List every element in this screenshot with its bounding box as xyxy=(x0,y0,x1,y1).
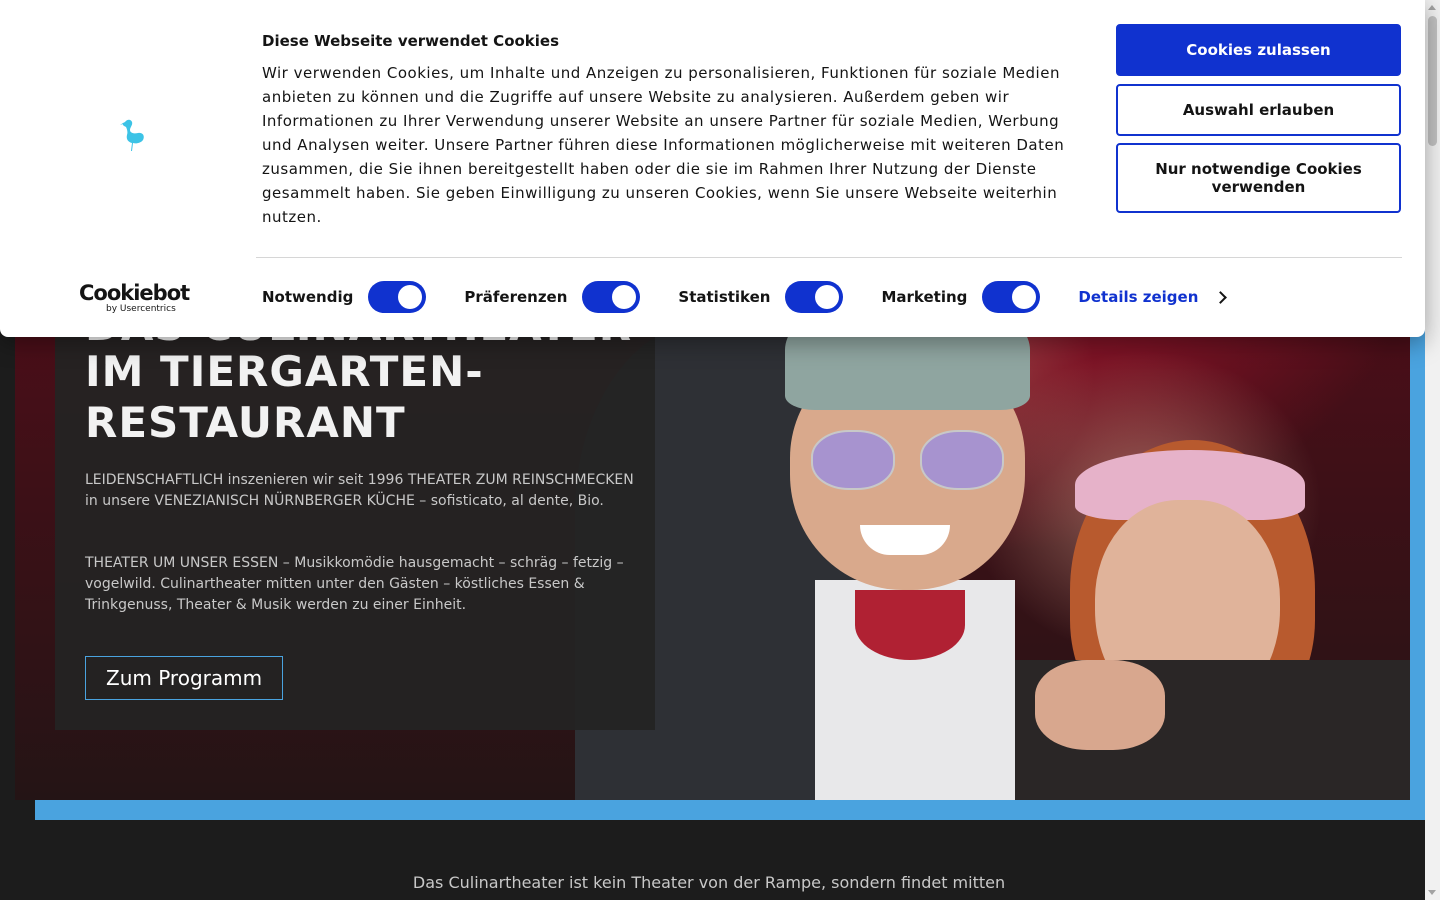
page-scrollbar[interactable] xyxy=(1425,0,1440,900)
cookie-category-toggles: Notwendig Präferenzen Statistiken Market… xyxy=(262,280,1228,314)
chevron-right-icon xyxy=(1214,290,1228,304)
hero-title-line-2: IM TIERGARTEN- xyxy=(85,347,484,396)
allow-all-cookies-button[interactable]: Cookies zulassen xyxy=(1116,24,1401,76)
toggle-label-marketing: Marketing xyxy=(881,288,968,306)
scroll-down-arrow-icon[interactable] xyxy=(1428,890,1436,895)
photo-glasses-right xyxy=(920,430,1004,490)
toggle-group-preferences: Präferenzen xyxy=(464,281,641,313)
toggle-label-necessary: Notwendig xyxy=(262,288,354,306)
hero-paragraph-2: THEATER UM UNSER ESSEN – Musikkomödie ha… xyxy=(85,555,624,613)
scroll-up-arrow-icon[interactable] xyxy=(1428,5,1436,10)
toggle-knob xyxy=(1012,285,1037,309)
cookiebot-wordmark: Cookiebot xyxy=(79,281,190,305)
intro-text: Das Culinartheater ist kein Theater von … xyxy=(412,873,1006,892)
necessary-cookies-only-button[interactable]: Nur notwendige Cookies verwenden xyxy=(1116,143,1401,213)
photo-glasses-left xyxy=(811,430,895,490)
hero-title-line-3: RESTAURANT xyxy=(85,398,406,447)
cookiebot-byline: by Usercentrics xyxy=(106,304,176,314)
toggle-label-preferences: Präferenzen xyxy=(464,288,568,306)
toggle-preferences[interactable] xyxy=(582,281,641,313)
toggle-group-marketing: Marketing xyxy=(881,281,1041,313)
show-details-link[interactable]: Details zeigen xyxy=(1078,288,1228,306)
cookie-dialog-divider xyxy=(256,257,1402,258)
toggle-statistics[interactable] xyxy=(785,281,844,313)
cookie-consent-dialog: Diese Webseite verwendet Cookies Wir ver… xyxy=(0,0,1425,337)
photo-scarf xyxy=(855,590,965,660)
cookie-dialog-body: Wir verwenden Cookies, um Inhalte und An… xyxy=(262,64,1065,226)
show-details-label: Details zeigen xyxy=(1078,288,1199,306)
allow-selection-button[interactable]: Auswahl erlauben xyxy=(1116,84,1401,136)
toggle-knob xyxy=(815,285,840,309)
cookiebot-logo[interactable]: Cookiebot by Usercentrics xyxy=(79,281,190,314)
scrollbar-thumb[interactable] xyxy=(1428,16,1437,146)
toggle-group-statistics: Statistiken xyxy=(678,281,844,313)
toggle-marketing[interactable] xyxy=(982,281,1041,313)
hero-paragraph-1: LEIDENSCHAFTLICH inszenieren wir seit 19… xyxy=(85,472,634,509)
toggle-group-necessary: Notwendig xyxy=(262,281,427,313)
toggle-knob xyxy=(612,285,637,309)
toggle-knob xyxy=(398,285,423,309)
cookie-dialog-title: Diese Webseite verwendet Cookies xyxy=(262,32,560,50)
program-button[interactable]: Zum Programm xyxy=(85,656,284,700)
flamingo-logo-icon xyxy=(120,119,144,151)
toggle-necessary[interactable] xyxy=(368,281,427,313)
photo-arm xyxy=(1035,660,1165,750)
toggle-label-statistics: Statistiken xyxy=(678,288,771,306)
